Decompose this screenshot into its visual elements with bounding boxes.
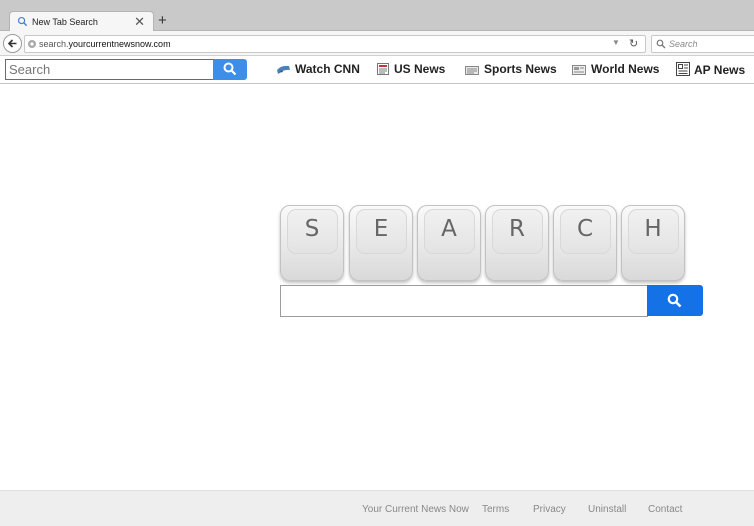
search-icon — [223, 62, 237, 76]
newspaper-icon — [377, 63, 389, 75]
url-domain: yourcurrentnewsnow.com — [68, 39, 171, 49]
main-search-input[interactable] — [280, 285, 648, 317]
keycap-letter: E — [373, 216, 389, 242]
toolbar-link-watch-cnn[interactable]: Watch CNN — [276, 62, 360, 76]
toolbar-link-us-news[interactable]: US News — [377, 62, 445, 76]
keycap: S — [280, 205, 344, 281]
keycap-letter: C — [576, 216, 594, 242]
main-search-button[interactable] — [647, 285, 703, 316]
globe-icon — [28, 40, 36, 48]
browser-search-box[interactable]: Search — [651, 35, 754, 53]
tab-strip: New Tab Search ✕ + — [0, 0, 754, 32]
search-icon — [17, 16, 28, 27]
new-tab-button[interactable]: + — [158, 12, 167, 30]
newspaper-icon — [465, 66, 479, 75]
search-icon — [667, 293, 682, 308]
url-text: search.yourcurrentnewsnow.com — [39, 39, 171, 49]
tab-title: New Tab Search — [32, 17, 98, 27]
toolbar-link-ap-news[interactable]: AP News — [676, 62, 745, 77]
toolbar-link-label: AP News — [694, 63, 746, 77]
browser-search-placeholder: Search — [669, 39, 698, 49]
keycap: E — [349, 205, 413, 281]
footer-link-uninstall[interactable]: Uninstall — [588, 504, 626, 515]
tab-close-icon[interactable]: ✕ — [134, 14, 145, 29]
extension-toolbar: Watch CNN US News Sports News — [0, 56, 754, 84]
footer-link-contact[interactable]: Contact — [648, 504, 682, 515]
toolbar-link-sports-news[interactable]: Sports News — [465, 62, 557, 76]
footer-link-privacy[interactable]: Privacy — [533, 504, 566, 515]
search-keycaps-logo: S E A R C H — [280, 205, 690, 283]
navigation-bar: search.yourcurrentnewsnow.com ▼ ↻ Search — [0, 31, 754, 56]
dropdown-icon[interactable]: ▼ — [612, 38, 620, 47]
cnn-icon — [277, 65, 290, 74]
browser-tab[interactable]: New Tab Search ✕ — [9, 11, 154, 32]
toolbar-link-label: World News — [591, 62, 660, 76]
keycap-letter: S — [304, 216, 320, 242]
page: New Tab Search ✕ + search.yourcurrentnew… — [0, 0, 754, 526]
keycap-letter: R — [509, 216, 525, 242]
footer-link-your-current-news-now[interactable]: Your Current News Now — [362, 504, 469, 515]
keycap-letter: A — [441, 216, 457, 242]
keycap-letter: H — [644, 216, 662, 242]
footer: Your Current News Now Terms Privacy Unin… — [0, 490, 754, 526]
keycap: C — [553, 205, 617, 281]
search-icon — [656, 39, 666, 49]
toolbar-link-world-news[interactable]: World News — [572, 62, 659, 76]
toolbar-search-input[interactable] — [5, 59, 214, 80]
back-button[interactable] — [3, 34, 22, 53]
toolbar-link-label: Sports News — [484, 62, 557, 76]
url-prefix: search. — [39, 39, 69, 49]
toolbar-link-label: US News — [394, 62, 446, 76]
toolbar-search-button[interactable] — [213, 59, 247, 80]
keycap: A — [417, 205, 481, 281]
toolbar-link-label: Watch CNN — [295, 62, 360, 76]
reload-icon[interactable]: ↻ — [629, 37, 638, 50]
keycap: H — [621, 205, 685, 281]
newspaper-icon — [572, 65, 586, 75]
back-arrow-icon — [7, 39, 17, 48]
keycap: R — [485, 205, 549, 281]
newspaper-icon — [676, 62, 690, 76]
address-bar[interactable]: search.yourcurrentnewsnow.com ▼ ↻ — [24, 35, 646, 53]
footer-link-terms[interactable]: Terms — [482, 504, 509, 515]
